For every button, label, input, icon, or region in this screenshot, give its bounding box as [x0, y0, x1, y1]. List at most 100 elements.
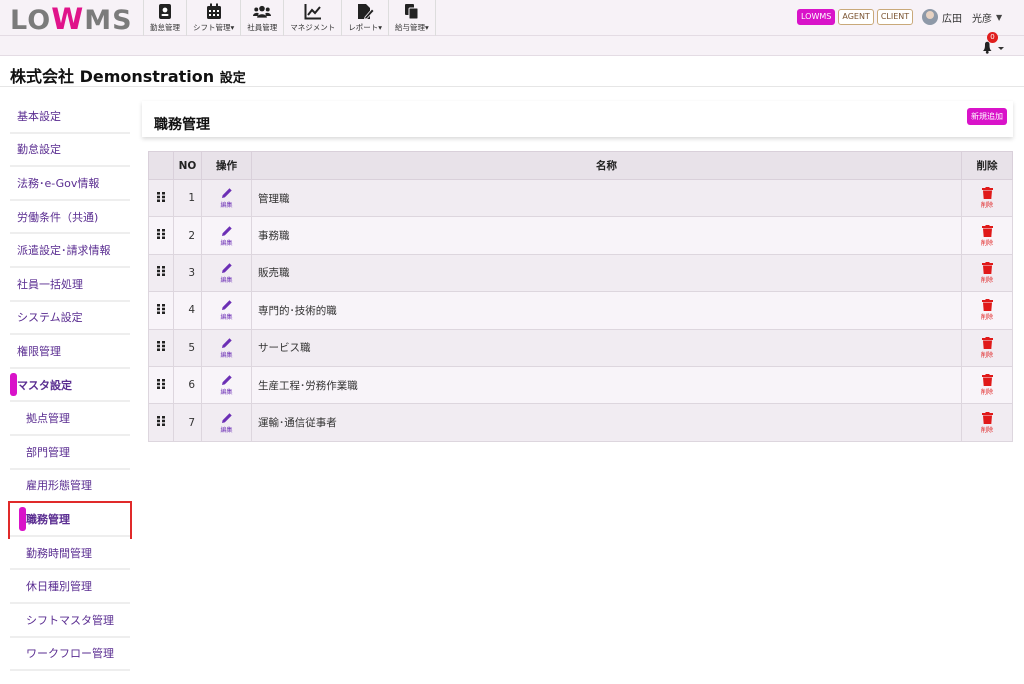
delete-label: 削除	[980, 351, 993, 359]
sidebar-item-dispatch[interactable]: 派遣設定･請求情報	[10, 234, 130, 268]
delete-button[interactable]: 削除	[961, 328, 1013, 367]
nav-label: 給与管理▾	[395, 23, 429, 32]
nav-label: シフト管理▾	[193, 23, 235, 32]
edit-button[interactable]: 編集	[201, 253, 252, 293]
drag-handle-icon	[157, 416, 165, 427]
sidebar-item-basic[interactable]: 基本設定	[10, 100, 130, 134]
table-row: 3 編集 販売職削除	[148, 253, 1013, 293]
id-badge-icon	[159, 4, 171, 19]
badge-lowms[interactable]: LOWMS	[797, 9, 836, 25]
user-menu[interactable]: 広田 光彦 ▼	[922, 9, 1002, 25]
drag-handle[interactable]	[148, 216, 174, 255]
delete-button[interactable]: 削除	[961, 216, 1013, 255]
sidebar-subitem-locations[interactable]: 拠点管理	[10, 402, 130, 436]
row-name: 生産工程･労務作業職	[251, 365, 962, 405]
nav-label: 社員管理	[247, 23, 278, 32]
edit-button[interactable]: 編集	[201, 178, 252, 218]
app-logo[interactable]: LOWMS	[10, 2, 133, 36]
delete-label: 削除	[980, 276, 993, 284]
drag-handle-icon	[157, 341, 165, 352]
sidebar-subitem-shiftmaster[interactable]: シフトマスタ管理	[10, 603, 130, 638]
row-no: 3	[173, 253, 202, 293]
trash-icon	[981, 374, 993, 387]
row-name: 販売職	[251, 253, 962, 293]
delete-label: 削除	[980, 202, 993, 210]
row-no: 4	[173, 291, 202, 330]
trash-icon	[981, 411, 993, 424]
nav-label: レポート▾	[348, 23, 383, 32]
badge-client[interactable]: CLIENT	[876, 9, 914, 25]
trash-icon	[981, 299, 993, 312]
sidebar-item-legal[interactable]: 法務･e-Gov情報	[10, 167, 130, 201]
nav-report[interactable]: レポート▾	[341, 0, 388, 36]
sidebar-item-bulk[interactable]: 社員一括処理	[10, 267, 130, 302]
delete-button[interactable]: 削除	[961, 403, 1013, 442]
delete-label: 削除	[980, 239, 993, 247]
trash-icon	[981, 187, 993, 200]
edit-label: 編集	[220, 239, 233, 247]
sidebar-subitem-departments[interactable]: 部門管理	[10, 435, 130, 470]
sidebar-subitem-workflow[interactable]: ワークフロー管理	[10, 637, 130, 672]
sidebar-item-attendance[interactable]: 勤怠設定	[10, 133, 130, 168]
sidebar-subitem-workhours[interactable]: 勤務時間管理	[10, 536, 130, 571]
row-name: サービス職	[251, 328, 962, 367]
drag-handle-icon	[157, 229, 165, 240]
pencil-icon	[221, 225, 232, 236]
sidebar-item-permissions[interactable]: 権限管理	[10, 335, 130, 369]
notification-button[interactable]: 0	[981, 32, 1005, 54]
sidebar-subitem-holidays[interactable]: 休日種別管理	[10, 570, 130, 604]
table-row: 7 編集 運輸･通信従事者 削除	[148, 403, 1013, 442]
drag-handle[interactable]	[148, 291, 174, 330]
nav-attendance[interactable]: 勤怠管理	[143, 0, 186, 36]
drag-handle[interactable]	[148, 365, 174, 405]
edit-button[interactable]: 編集	[201, 291, 252, 330]
drag-handle[interactable]	[148, 253, 174, 293]
pencil-icon	[221, 375, 232, 386]
edit-button[interactable]: 編集	[201, 365, 252, 405]
delete-button[interactable]: 削除	[961, 178, 1013, 218]
page-title: 株式会社 Demonstration 設定	[10, 67, 246, 86]
sidebar-item-system[interactable]: システム設定	[10, 301, 130, 336]
sidebar-subitem-jobs[interactable]: 職務管理	[8, 501, 132, 539]
sidebar-item-labor[interactable]: 労働条件（共通)	[10, 200, 130, 235]
nav-payroll[interactable]: 給与管理▾	[388, 0, 436, 36]
divider	[0, 86, 1024, 87]
sidebar-item-master[interactable]: マスタ設定	[10, 368, 130, 403]
badge-agent[interactable]: AGENT	[838, 9, 874, 25]
nav-shift[interactable]: シフト管理▾	[186, 0, 240, 36]
row-no: 1	[173, 178, 202, 218]
top-navbar: LOWMS 勤怠管理 シフト管理▾ 社員管理 マネジメント レポート▾ 給与管理…	[0, 0, 1024, 36]
delete-button[interactable]: 削除	[961, 291, 1013, 330]
col-no: NO	[173, 151, 202, 180]
row-no: 2	[173, 216, 202, 255]
drag-handle-icon	[157, 378, 165, 389]
table-row: 1 編集 管理職 削除	[148, 178, 1013, 218]
trash-icon	[981, 336, 993, 349]
nav-management[interactable]: マネジメント	[283, 0, 341, 36]
edit-button[interactable]: 編集	[201, 216, 252, 255]
row-name: 運輸･通信従事者	[251, 403, 962, 442]
avatar	[922, 9, 938, 25]
drag-handle-icon	[157, 191, 165, 202]
role-badges: LOWMS AGENT CLIENT	[797, 9, 914, 25]
pencil-icon	[221, 300, 232, 311]
delete-button[interactable]: 削除	[961, 365, 1013, 405]
table-row: 4 編集 専門的･技術的職 削除	[148, 291, 1013, 330]
edit-label: 編集	[220, 202, 233, 210]
add-new-button[interactable]: 新規追加	[967, 108, 1007, 125]
delete-label: 削除	[980, 389, 993, 397]
notification-count: 0	[987, 32, 998, 43]
sidebar-subitem-employment[interactable]: 雇用形態管理	[10, 469, 130, 504]
user-name: 広田 光彦	[942, 13, 992, 25]
delete-label: 削除	[980, 426, 993, 434]
trash-icon	[981, 224, 993, 237]
delete-button[interactable]: 削除	[961, 253, 1013, 293]
drag-handle[interactable]	[148, 328, 174, 367]
drag-handle[interactable]	[148, 403, 174, 442]
edit-button[interactable]: 編集	[201, 328, 252, 367]
settings-sidebar: 基本設定 勤怠設定 法務･e-Gov情報 労働条件（共通) 派遣設定･請求情報 …	[8, 100, 132, 672]
drag-handle[interactable]	[148, 178, 174, 218]
panel-title: 職務管理	[154, 117, 210, 133]
nav-employees[interactable]: 社員管理	[240, 0, 283, 36]
edit-button[interactable]: 編集	[201, 403, 252, 442]
